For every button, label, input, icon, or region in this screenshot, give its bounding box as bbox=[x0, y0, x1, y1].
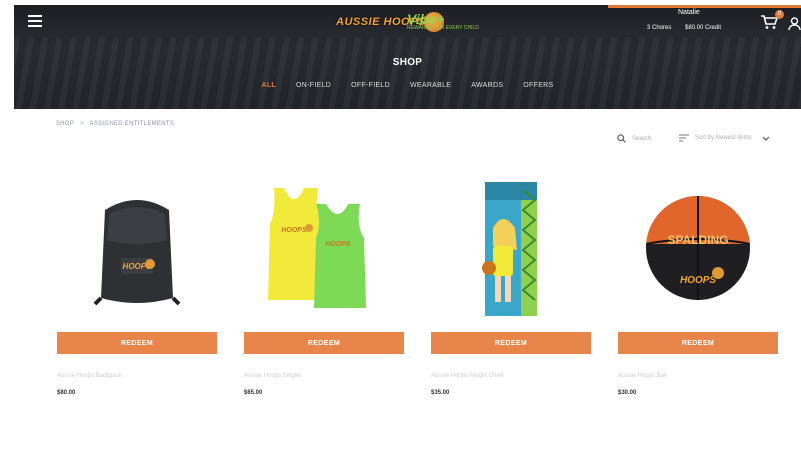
product-price: $30.00 bbox=[618, 390, 637, 396]
product-price: $80.00 bbox=[57, 390, 76, 396]
category-nav: ALL ON-FIELD OFF-FIELD WEARABLE AWARDS O… bbox=[14, 82, 801, 89]
product-name[interactable]: Aussie Hoops Ball bbox=[618, 373, 667, 379]
search-field[interactable]: Search bbox=[617, 134, 651, 143]
chevron-down-icon bbox=[762, 136, 770, 141]
sort-lines-icon bbox=[679, 134, 689, 142]
redeem-button[interactable]: REDEEM bbox=[57, 332, 217, 354]
tab-off-field[interactable]: OFF-FIELD bbox=[351, 82, 390, 89]
menu-icon[interactable] bbox=[28, 15, 42, 27]
redeem-button[interactable]: REDEEM bbox=[244, 332, 404, 354]
site-header: AUSSIE HOOPS Vibe+ REWARDS FOR EVERY CHI… bbox=[14, 5, 801, 109]
product-name[interactable]: Aussie Hoops Singlet bbox=[244, 373, 301, 379]
product-image-basketball[interactable]: SPALDING HOOPS bbox=[618, 180, 778, 330]
tab-awards[interactable]: AWARDS bbox=[471, 82, 503, 89]
vibe-plus-logo[interactable]: Vibe+ REWARDS FOR EVERY CHILD bbox=[407, 11, 479, 31]
account-button[interactable] bbox=[788, 17, 801, 31]
sort-dropdown[interactable]: Sort by Newest items bbox=[679, 134, 770, 142]
svg-text:HOOPS: HOOPS bbox=[281, 227, 307, 234]
user-icon bbox=[788, 17, 801, 31]
search-icon bbox=[617, 134, 626, 143]
tab-all[interactable]: ALL bbox=[262, 82, 277, 89]
svg-text:HOOPS: HOOPS bbox=[325, 241, 351, 248]
redeem-button[interactable]: REDEEM bbox=[431, 332, 591, 354]
breadcrumb-shop-link[interactable]: SHOP bbox=[56, 121, 74, 127]
tab-offers[interactable]: OFFERS bbox=[523, 82, 553, 89]
vibe-plus-tagline: REWARDS FOR EVERY CHILD bbox=[407, 25, 479, 31]
product-image-backpack[interactable]: HOOPS bbox=[57, 180, 217, 330]
svg-text:HOOPS: HOOPS bbox=[680, 275, 716, 286]
breadcrumb-separator: > bbox=[80, 121, 84, 127]
header-background-texture bbox=[14, 37, 801, 109]
product-name[interactable]: Aussie Hoops Height Chart bbox=[431, 373, 503, 379]
cart-count-badge: 0 bbox=[775, 10, 784, 19]
product-price: $65.00 bbox=[244, 390, 263, 396]
top-bar: AUSSIE HOOPS Vibe+ REWARDS FOR EVERY CHI… bbox=[14, 5, 801, 37]
tab-on-field[interactable]: ON-FIELD bbox=[296, 82, 331, 89]
svg-text:SPALDING: SPALDING bbox=[667, 233, 728, 247]
credit-balance: $80.00 Credit bbox=[685, 25, 722, 31]
page-title: SHOP bbox=[392, 57, 423, 68]
sort-label: Sort by Newest items bbox=[695, 135, 752, 141]
cart-button[interactable]: 0 bbox=[760, 10, 784, 32]
product-image-singlets[interactable]: HOOPS HOOPS bbox=[244, 180, 404, 330]
redeem-button[interactable]: REDEEM bbox=[618, 332, 778, 354]
product-name[interactable]: Aussie Hoops Backpack bbox=[57, 373, 122, 379]
breadcrumb: SHOP > ASSIGNED ENTITLEMENTS bbox=[56, 121, 174, 127]
user-name: Natalie bbox=[678, 9, 700, 16]
chores-count[interactable]: 3 Chores bbox=[647, 25, 671, 31]
product-price: $35.00 bbox=[431, 390, 450, 396]
breadcrumb-current: ASSIGNED ENTITLEMENTS bbox=[89, 121, 175, 127]
tab-wearable[interactable]: WEARABLE bbox=[410, 82, 451, 89]
search-placeholder: Search bbox=[632, 135, 652, 142]
product-image-height-chart[interactable] bbox=[431, 180, 591, 330]
